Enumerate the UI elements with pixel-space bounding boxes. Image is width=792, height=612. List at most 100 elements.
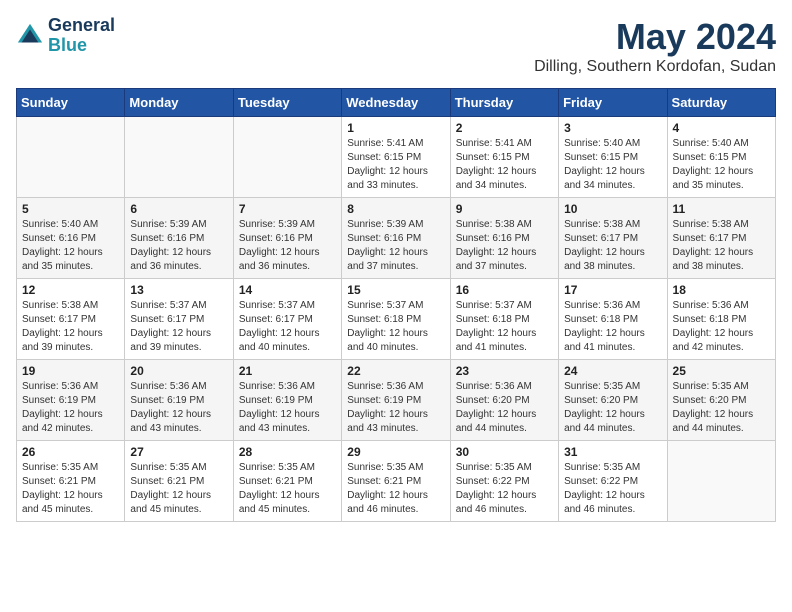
weekday-header: Tuesday xyxy=(233,89,341,117)
day-number: 22 xyxy=(347,364,444,378)
day-number: 3 xyxy=(564,121,661,135)
day-number: 21 xyxy=(239,364,336,378)
page-header: General Blue May 2024 Dilling, Southern … xyxy=(16,16,776,76)
day-info: Sunrise: 5:36 AM Sunset: 6:19 PM Dayligh… xyxy=(22,380,119,436)
day-number: 12 xyxy=(22,283,119,297)
day-number: 19 xyxy=(22,364,119,378)
day-info: Sunrise: 5:37 AM Sunset: 6:17 PM Dayligh… xyxy=(130,299,227,355)
calendar-cell xyxy=(233,117,341,198)
day-info: Sunrise: 5:41 AM Sunset: 6:15 PM Dayligh… xyxy=(347,137,444,193)
day-number: 29 xyxy=(347,445,444,459)
month-title: May 2024 xyxy=(534,16,776,58)
calendar-week-row: 1 Sunrise: 5:41 AM Sunset: 6:15 PM Daylig… xyxy=(17,117,776,198)
day-number: 13 xyxy=(130,283,227,297)
day-info: Sunrise: 5:36 AM Sunset: 6:18 PM Dayligh… xyxy=(673,299,770,355)
day-info: Sunrise: 5:36 AM Sunset: 6:19 PM Dayligh… xyxy=(130,380,227,436)
day-info: Sunrise: 5:35 AM Sunset: 6:20 PM Dayligh… xyxy=(673,380,770,436)
logo-text: General Blue xyxy=(48,16,115,56)
day-info: Sunrise: 5:35 AM Sunset: 6:21 PM Dayligh… xyxy=(239,461,336,517)
title-block: May 2024 Dilling, Southern Kordofan, Sud… xyxy=(534,16,776,76)
day-number: 8 xyxy=(347,202,444,216)
day-info: Sunrise: 5:37 AM Sunset: 6:17 PM Dayligh… xyxy=(239,299,336,355)
calendar-cell: 15 Sunrise: 5:37 AM Sunset: 6:18 PM Dayli… xyxy=(342,279,450,360)
calendar-cell: 2Sunrise: 5:41 AM Sunset: 6:15 PM Daylig… xyxy=(450,117,558,198)
day-info: Sunrise: 5:40 AM Sunset: 6:15 PM Dayligh… xyxy=(673,137,770,193)
calendar-cell: 23Sunrise: 5:36 AM Sunset: 6:20 PM Dayli… xyxy=(450,360,558,441)
day-info: Sunrise: 5:38 AM Sunset: 6:16 PM Dayligh… xyxy=(456,218,553,274)
day-info: Sunrise: 5:35 AM Sunset: 6:21 PM Dayligh… xyxy=(347,461,444,517)
calendar-week-row: 12 Sunrise: 5:38 AM Sunset: 6:17 PM Dayli… xyxy=(17,279,776,360)
calendar-table: SundayMondayTuesdayWednesdayThursdayFrid… xyxy=(16,88,776,522)
calendar-cell: 18 Sunrise: 5:36 AM Sunset: 6:18 PM Dayli… xyxy=(667,279,775,360)
day-number: 4 xyxy=(673,121,770,135)
calendar-cell: 8 Sunrise: 5:39 AM Sunset: 6:16 PM Daylig… xyxy=(342,198,450,279)
calendar-cell xyxy=(667,441,775,522)
day-number: 1 xyxy=(347,121,444,135)
day-number: 27 xyxy=(130,445,227,459)
day-info: Sunrise: 5:38 AM Sunset: 6:17 PM Dayligh… xyxy=(22,299,119,355)
day-number: 30 xyxy=(456,445,553,459)
calendar-week-row: 26 Sunrise: 5:35 AM Sunset: 6:21 PM Dayli… xyxy=(17,441,776,522)
day-number: 24 xyxy=(564,364,661,378)
calendar-cell: 16 Sunrise: 5:37 AM Sunset: 6:18 PM Dayli… xyxy=(450,279,558,360)
day-info: Sunrise: 5:36 AM Sunset: 6:19 PM Dayligh… xyxy=(239,380,336,436)
calendar-cell: 1 Sunrise: 5:41 AM Sunset: 6:15 PM Daylig… xyxy=(342,117,450,198)
day-number: 5 xyxy=(22,202,119,216)
day-number: 9 xyxy=(456,202,553,216)
calendar-cell: 26Sunrise: 5:35 AM Sunset: 6:21 PM Dayli… xyxy=(17,441,125,522)
calendar-cell: 11 Sunrise: 5:38 AM Sunset: 6:17 PM Dayli… xyxy=(667,198,775,279)
calendar-cell: 30Sunrise: 5:35 AM Sunset: 6:22 PM Dayli… xyxy=(450,441,558,522)
day-info: Sunrise: 5:35 AM Sunset: 6:20 PM Dayligh… xyxy=(564,380,661,436)
weekday-header: Wednesday xyxy=(342,89,450,117)
day-info: Sunrise: 5:37 AM Sunset: 6:18 PM Dayligh… xyxy=(456,299,553,355)
calendar-cell: 14Sunrise: 5:37 AM Sunset: 6:17 PM Dayli… xyxy=(233,279,341,360)
logo-icon xyxy=(16,22,44,50)
day-number: 17 xyxy=(564,283,661,297)
day-info: Sunrise: 5:39 AM Sunset: 6:16 PM Dayligh… xyxy=(347,218,444,274)
day-number: 18 xyxy=(673,283,770,297)
day-info: Sunrise: 5:36 AM Sunset: 6:20 PM Dayligh… xyxy=(456,380,553,436)
calendar-cell: 22 Sunrise: 5:36 AM Sunset: 6:19 PM Dayli… xyxy=(342,360,450,441)
calendar-cell xyxy=(17,117,125,198)
calendar-cell: 27Sunrise: 5:35 AM Sunset: 6:21 PM Dayli… xyxy=(125,441,233,522)
calendar-cell: 29 Sunrise: 5:35 AM Sunset: 6:21 PM Dayli… xyxy=(342,441,450,522)
day-info: Sunrise: 5:39 AM Sunset: 6:16 PM Dayligh… xyxy=(130,218,227,274)
day-info: Sunrise: 5:38 AM Sunset: 6:17 PM Dayligh… xyxy=(564,218,661,274)
calendar-cell: 17 Sunrise: 5:36 AM Sunset: 6:18 PM Dayli… xyxy=(559,279,667,360)
day-info: Sunrise: 5:35 AM Sunset: 6:22 PM Dayligh… xyxy=(564,461,661,517)
day-number: 2 xyxy=(456,121,553,135)
day-info: Sunrise: 5:36 AM Sunset: 6:19 PM Dayligh… xyxy=(347,380,444,436)
weekday-header: Friday xyxy=(559,89,667,117)
calendar-cell: 28Sunrise: 5:35 AM Sunset: 6:21 PM Dayli… xyxy=(233,441,341,522)
day-number: 31 xyxy=(564,445,661,459)
day-number: 6 xyxy=(130,202,227,216)
day-number: 11 xyxy=(673,202,770,216)
calendar-cell: 10 Sunrise: 5:38 AM Sunset: 6:17 PM Dayli… xyxy=(559,198,667,279)
calendar-cell: 24 Sunrise: 5:35 AM Sunset: 6:20 PM Dayli… xyxy=(559,360,667,441)
day-number: 10 xyxy=(564,202,661,216)
calendar-week-row: 5Sunrise: 5:40 AM Sunset: 6:16 PM Daylig… xyxy=(17,198,776,279)
calendar-cell: 31 Sunrise: 5:35 AM Sunset: 6:22 PM Dayli… xyxy=(559,441,667,522)
logo: General Blue xyxy=(16,16,115,56)
day-number: 26 xyxy=(22,445,119,459)
weekday-header: Saturday xyxy=(667,89,775,117)
calendar-week-row: 19 Sunrise: 5:36 AM Sunset: 6:19 PM Dayli… xyxy=(17,360,776,441)
calendar-cell: 7 Sunrise: 5:39 AM Sunset: 6:16 PM Daylig… xyxy=(233,198,341,279)
day-number: 16 xyxy=(456,283,553,297)
calendar-cell xyxy=(125,117,233,198)
day-info: Sunrise: 5:36 AM Sunset: 6:18 PM Dayligh… xyxy=(564,299,661,355)
weekday-header: Thursday xyxy=(450,89,558,117)
calendar-cell: 5Sunrise: 5:40 AM Sunset: 6:16 PM Daylig… xyxy=(17,198,125,279)
calendar-cell: 9 Sunrise: 5:38 AM Sunset: 6:16 PM Daylig… xyxy=(450,198,558,279)
day-number: 7 xyxy=(239,202,336,216)
calendar-header-row: SundayMondayTuesdayWednesdayThursdayFrid… xyxy=(17,89,776,117)
calendar-cell: 20Sunrise: 5:36 AM Sunset: 6:19 PM Dayli… xyxy=(125,360,233,441)
day-info: Sunrise: 5:40 AM Sunset: 6:15 PM Dayligh… xyxy=(564,137,661,193)
calendar-cell: 12 Sunrise: 5:38 AM Sunset: 6:17 PM Dayli… xyxy=(17,279,125,360)
day-info: Sunrise: 5:39 AM Sunset: 6:16 PM Dayligh… xyxy=(239,218,336,274)
day-info: Sunrise: 5:38 AM Sunset: 6:17 PM Dayligh… xyxy=(673,218,770,274)
day-info: Sunrise: 5:37 AM Sunset: 6:18 PM Dayligh… xyxy=(347,299,444,355)
weekday-header: Sunday xyxy=(17,89,125,117)
day-number: 15 xyxy=(347,283,444,297)
calendar-cell: 19 Sunrise: 5:36 AM Sunset: 6:19 PM Dayli… xyxy=(17,360,125,441)
